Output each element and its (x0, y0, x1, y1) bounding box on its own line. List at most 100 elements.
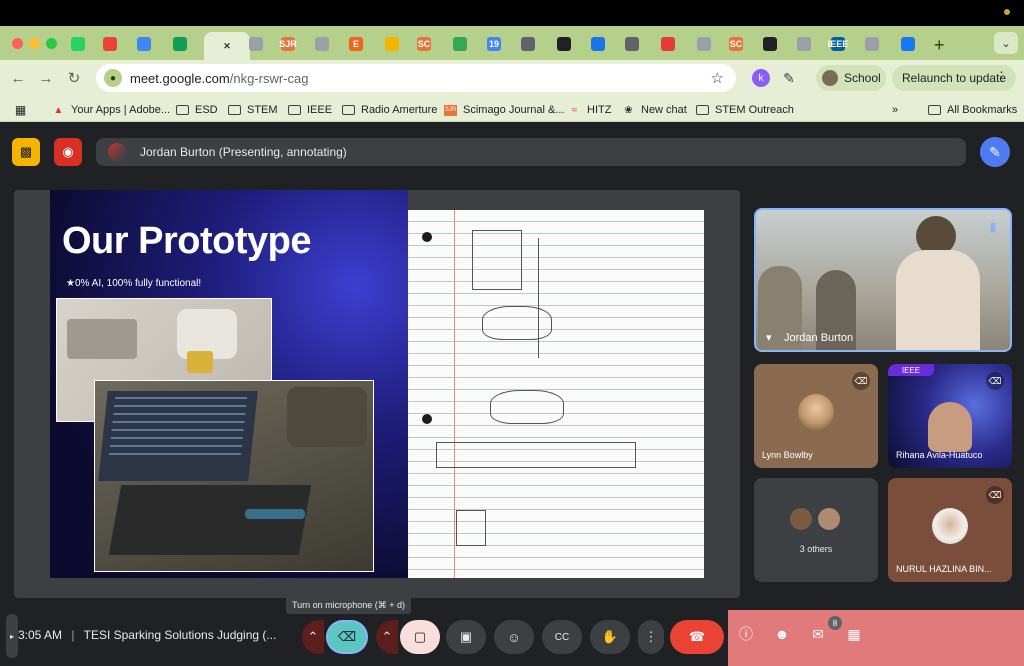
meeting-info-icon[interactable]: ⓘ (736, 624, 756, 644)
audio-settings-chevron-icon[interactable]: ⌃ (302, 620, 324, 654)
all-bookmarks-label: All Bookmarks (947, 104, 1018, 116)
tab-strip: ✕ SJR E SC 19 SC IEEE + ⌄ (0, 26, 1024, 60)
globe-icon (797, 37, 811, 51)
avatar (108, 143, 126, 161)
tab-12[interactable]: 19 (482, 32, 506, 56)
reload-icon[interactable]: ↻ (64, 68, 84, 88)
tab-19[interactable]: SC (724, 32, 748, 56)
tab-9[interactable] (380, 32, 404, 56)
tab-18[interactable] (692, 32, 716, 56)
reactions-button[interactable]: ☺ (494, 620, 534, 654)
apps-grid-icon[interactable]: ▦ (14, 102, 33, 118)
folder-icon (176, 105, 189, 116)
kami-extension-icon[interactable]: k (752, 69, 770, 87)
relaunch-button[interactable]: Relaunch to update ⋮ (892, 65, 1016, 91)
docs-icon (137, 37, 151, 51)
facebook-icon (901, 37, 915, 51)
back-icon[interactable]: ← (8, 68, 28, 88)
bookmark-8[interactable]: STEM Outreach (696, 102, 794, 118)
call-controls: ▸ 3:05 AM | TESI Sparking Solutions Judg… (0, 610, 1024, 666)
leave-call-button[interactable]: ☎ (670, 620, 724, 654)
more-vert-icon: ⋮ (644, 629, 658, 644)
folder-icon (928, 105, 941, 116)
camera-off-button[interactable]: ▢ (400, 620, 440, 654)
activities-grid-icon[interactable]: ▦ (844, 624, 864, 644)
more-options-button[interactable]: ⋮ (638, 620, 664, 654)
record-icon[interactable]: ◉ (54, 138, 82, 166)
tab-1[interactable] (98, 32, 122, 56)
tab-2[interactable] (132, 32, 156, 56)
tab-6[interactable]: SJR (276, 32, 300, 56)
bookmark-1[interactable]: ESD (176, 102, 218, 118)
tab-23[interactable] (860, 32, 884, 56)
camera-off-icon: ▢ (413, 629, 427, 644)
slides-icon (385, 37, 399, 51)
puzzle-extensions-icon[interactable]: ✎ (780, 69, 798, 87)
participant-tile-lynn[interactable]: ⌫ Lynn Bowlby (754, 364, 878, 468)
tab-15[interactable] (586, 32, 610, 56)
raise-hand-button[interactable]: ✋ (590, 620, 630, 654)
pin-icon[interactable]: ▾ (766, 331, 772, 344)
people-icon[interactable]: ☻ 8 (772, 616, 842, 644)
participant-tile-jordan[interactable]: ▮ ▾ Jordan Burton (754, 208, 1012, 352)
new-tab-button[interactable]: + (934, 35, 945, 56)
bookmark-6[interactable]: ≈ HITZ (568, 102, 612, 118)
microphone-off-button[interactable]: ⌫ (326, 620, 368, 654)
mic-off-icon: ⌫ (337, 629, 357, 644)
minimize-window-button[interactable] (29, 38, 40, 49)
bookmark-star-icon[interactable]: ☆ (711, 69, 724, 87)
no-camera-layout-icon[interactable]: ▩ (12, 138, 40, 166)
maximize-window-button[interactable] (46, 38, 57, 49)
bookmark-0[interactable]: ▲ Your Apps | Adobe... (52, 102, 171, 118)
participant-tile-others[interactable]: 3 others (754, 478, 878, 582)
bookmark-label: Scimago Journal &... (463, 104, 565, 116)
tab-24[interactable] (896, 32, 920, 56)
url-input[interactable]: ● meet.google.com/nkg-rswr-cag ☆ (96, 64, 736, 92)
avatar (822, 70, 838, 86)
bookmark-2[interactable]: STEM (228, 102, 278, 118)
adobe-icon: ▲ (53, 104, 64, 116)
tab-17[interactable] (656, 32, 680, 56)
tab-20[interactable] (758, 32, 782, 56)
video-settings-chevron-icon[interactable]: ⌃ (376, 620, 398, 654)
bookmark-4[interactable]: Radio Amerture (342, 102, 437, 118)
present-screen-button[interactable]: ▣ (446, 620, 486, 654)
participant-tile-nurul[interactable]: ⌫ NURUL HAZLINA BIN... (888, 478, 1012, 582)
clock-time: 3:05 AM (18, 628, 63, 642)
annotate-pen-icon[interactable]: ✎ (980, 137, 1010, 167)
participant-tile-rihana[interactable]: IEEE ⌫ Rihana Avila-Huatuco (888, 364, 1012, 468)
all-bookmarks-button[interactable]: All Bookmarks (928, 102, 1017, 118)
shared-slide: Our Prototype ★0% AI, 100% fully functio… (50, 190, 704, 578)
tab-search-button[interactable]: ⌄ (994, 32, 1018, 54)
close-window-button[interactable] (12, 38, 23, 49)
bookmarks-overflow-button[interactable]: » (892, 102, 898, 118)
globe-icon (865, 37, 879, 51)
drive-icon (453, 37, 467, 51)
tab-8[interactable]: E (344, 32, 368, 56)
expand-chevron-icon[interactable]: ▸ (6, 614, 18, 658)
tab-16[interactable] (620, 32, 644, 56)
captions-button[interactable]: CC (542, 620, 582, 654)
bookmark-label: Radio Amerture (361, 104, 438, 116)
profile-button[interactable]: School (816, 65, 886, 91)
tab-13[interactable] (516, 32, 540, 56)
tab-0[interactable] (66, 32, 90, 56)
tab-22[interactable]: IEEE (826, 32, 850, 56)
tab-5[interactable] (244, 32, 268, 56)
bookmarks-bar: ▦ ▲ Your Apps | Adobe... ESD STEM IEEE Radio … (0, 96, 1024, 122)
tab-11[interactable] (448, 32, 472, 56)
more-vert-icon[interactable]: ⋮ (995, 69, 1008, 85)
close-icon[interactable]: ✕ (220, 39, 234, 53)
tab-14[interactable] (552, 32, 576, 56)
presenter-label: Jordan Burton (Presenting, annotating) (140, 145, 347, 159)
bookmark-5[interactable]: SJR Scimago Journal &... (444, 102, 565, 118)
tab-7[interactable] (310, 32, 334, 56)
tab-21[interactable] (792, 32, 816, 56)
tab-3[interactable] (168, 32, 192, 56)
forward-icon[interactable]: → (36, 68, 56, 88)
folder-icon (228, 105, 241, 116)
chat-icon[interactable]: ✉ (808, 624, 828, 644)
bookmark-7[interactable]: ❀ New chat (622, 102, 687, 118)
tab-10[interactable]: SC (412, 32, 436, 56)
bookmark-3[interactable]: IEEE (288, 102, 332, 118)
